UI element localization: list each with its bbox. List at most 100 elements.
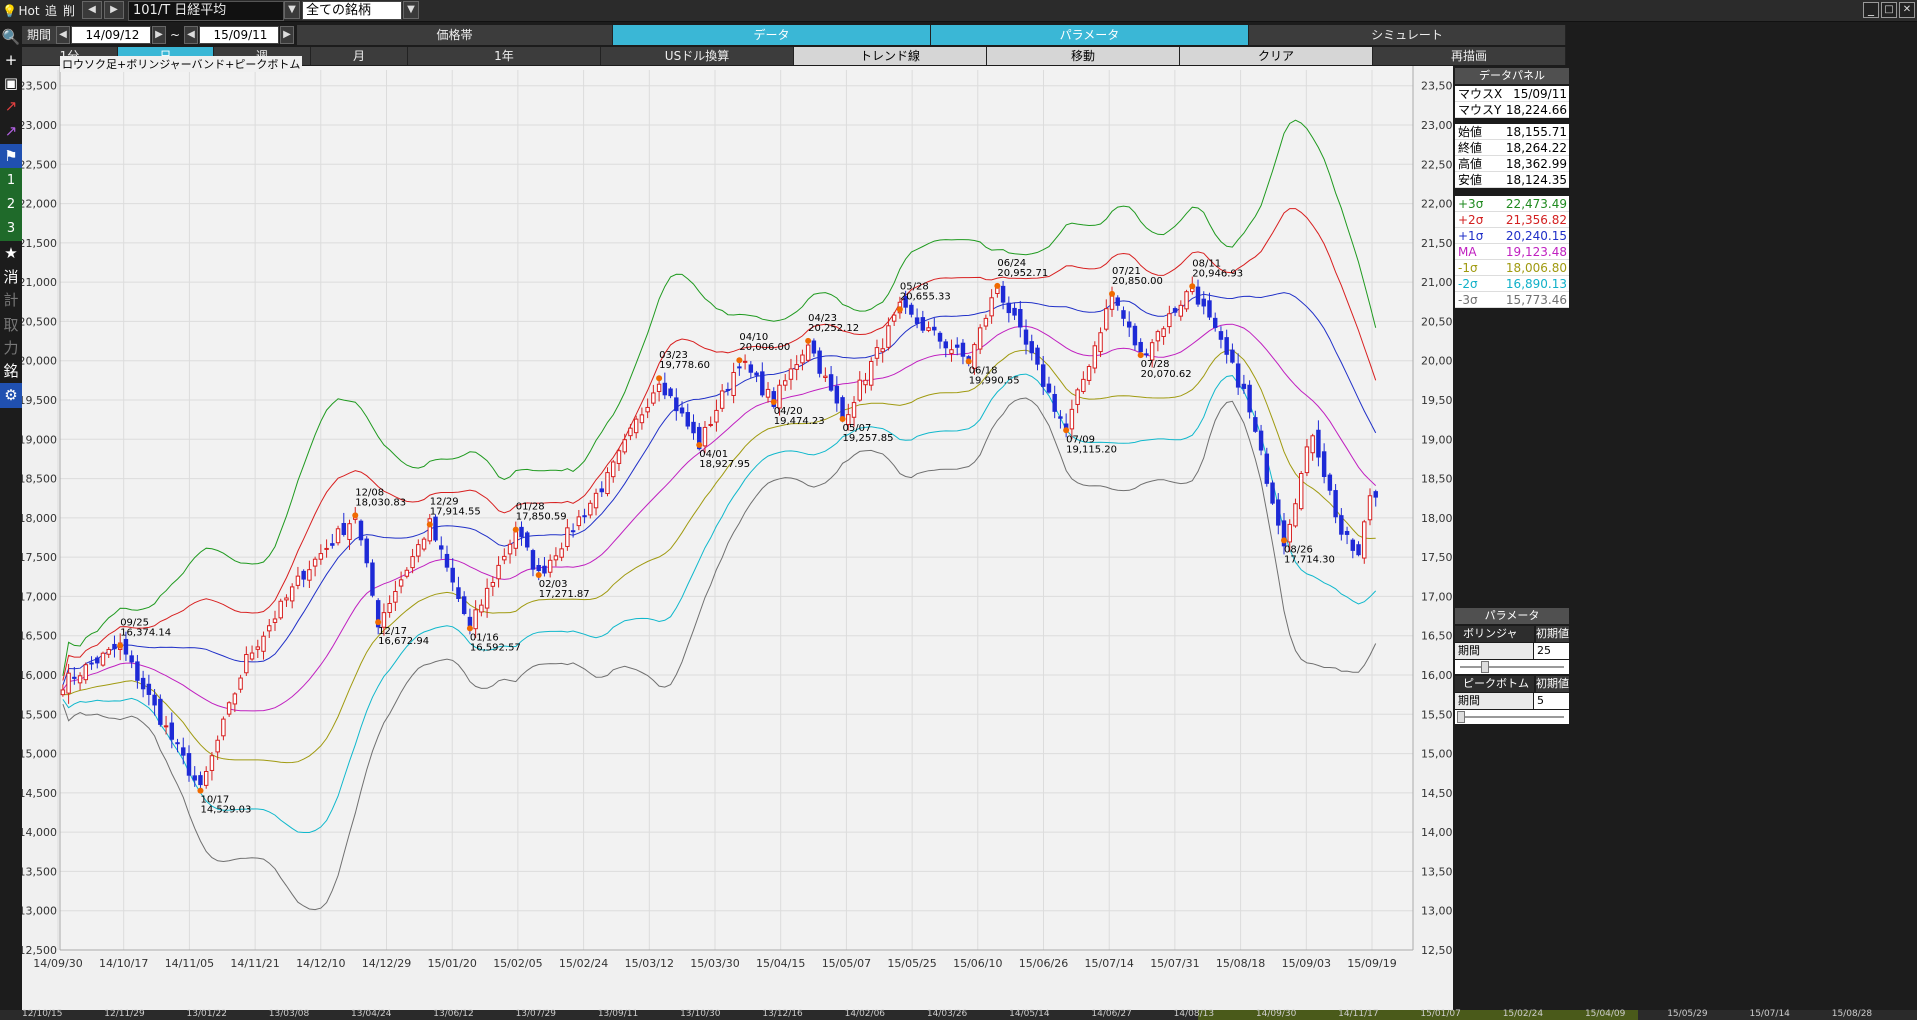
candle-body[interactable] — [691, 421, 696, 434]
candle-body[interactable] — [1241, 383, 1247, 389]
candle-body[interactable] — [731, 371, 736, 396]
tab-usd[interactable]: USドル換算 — [601, 47, 794, 65]
candle-body[interactable] — [840, 397, 845, 420]
tab-move[interactable]: 移動 — [987, 47, 1180, 65]
candle-body[interactable] — [146, 683, 152, 695]
candle-body[interactable] — [1235, 363, 1241, 388]
chart-area[interactable]: 12,500 12,500 13,000 13,000 13,500 13,500 14,0… — [19, 66, 1460, 1010]
candle-body[interactable] — [582, 515, 587, 518]
peak-bottom-marker[interactable] — [466, 625, 473, 632]
candle-body[interactable] — [484, 587, 490, 609]
candle-body[interactable] — [135, 661, 140, 681]
candle-body[interactable] — [737, 366, 742, 369]
candle-body[interactable] — [834, 385, 840, 404]
power-icon[interactable]: 力 — [0, 336, 22, 361]
candle-body[interactable] — [628, 427, 633, 437]
candle-body[interactable] — [1098, 332, 1103, 353]
candle-body[interactable] — [1373, 491, 1378, 498]
close-icon[interactable]: ✕ — [1899, 2, 1915, 18]
candle-body[interactable] — [1069, 408, 1075, 430]
tab-1year[interactable]: 1年 — [408, 47, 601, 65]
candle-body[interactable] — [869, 360, 874, 386]
candle-body[interactable] — [100, 652, 106, 666]
candle-body[interactable] — [1138, 341, 1143, 353]
candle-body[interactable] — [1327, 474, 1333, 491]
candle-body[interactable] — [1161, 328, 1166, 337]
candle-body[interactable] — [421, 538, 427, 550]
candle-body[interactable] — [496, 564, 501, 580]
from-next-icon[interactable]: ▶ — [152, 26, 166, 44]
candle-body[interactable] — [891, 314, 897, 322]
candle-body[interactable] — [439, 545, 444, 550]
tab-data[interactable]: データ — [613, 25, 931, 45]
candle-body[interactable] — [1184, 291, 1189, 310]
candle-body[interactable] — [932, 326, 937, 331]
candle-body[interactable] — [112, 643, 117, 650]
candle-body[interactable] — [1132, 325, 1138, 346]
candle-body[interactable] — [914, 317, 920, 324]
bb-reset-button[interactable]: 初期値 — [1536, 626, 1569, 642]
tab-monthly[interactable]: 月 — [311, 47, 408, 65]
candle-body[interactable] — [416, 544, 421, 557]
candle-body[interactable] — [1121, 310, 1126, 319]
period-to-input[interactable]: 15/09/11 — [199, 26, 279, 44]
candle-body[interactable] — [1035, 347, 1040, 365]
candle-body[interactable] — [507, 543, 513, 555]
candle-body[interactable] — [1126, 321, 1132, 328]
candle-body[interactable] — [565, 527, 570, 547]
candle-body[interactable] — [198, 775, 203, 786]
candle-body[interactable] — [181, 747, 186, 756]
peak-bottom-marker[interactable] — [736, 357, 743, 364]
candle-body[interactable] — [1212, 317, 1218, 328]
candle-body[interactable] — [1362, 521, 1367, 559]
candle-body[interactable] — [559, 548, 564, 558]
candle-body[interactable] — [547, 559, 553, 573]
candle-body[interactable] — [805, 344, 811, 361]
candle-body[interactable] — [272, 618, 278, 623]
candle-body[interactable] — [1195, 286, 1201, 305]
candle-body[interactable] — [398, 579, 404, 587]
candle-body[interactable] — [226, 702, 232, 715]
candle-body[interactable] — [295, 575, 301, 586]
candle-body[interactable] — [760, 371, 765, 396]
candle-body[interactable] — [1172, 308, 1178, 313]
candle-body[interactable] — [1144, 353, 1149, 356]
maximize-icon[interactable]: □ — [1881, 2, 1897, 18]
tab-clear[interactable]: クリア — [1180, 47, 1373, 65]
tab-simulate[interactable]: シミュレート — [1249, 25, 1566, 45]
candle-body[interactable] — [742, 360, 748, 363]
candle-body[interactable] — [289, 586, 295, 602]
candle-body[interactable] — [1092, 345, 1098, 369]
candle-body[interactable] — [1321, 451, 1327, 477]
candle-body[interactable] — [1081, 378, 1086, 392]
candlestick-chart[interactable]: 12,500 12,500 13,000 13,000 13,500 13,500 14,0… — [19, 66, 1460, 1010]
calc-icon[interactable]: 計 — [0, 288, 22, 313]
candle-body[interactable] — [330, 543, 335, 546]
tab-trendline[interactable]: トレンド線 — [794, 47, 987, 65]
candle-body[interactable] — [702, 426, 708, 447]
candle-body[interactable] — [1287, 523, 1292, 543]
peak-bottom-marker[interactable] — [535, 572, 542, 579]
candle-body[interactable] — [192, 775, 197, 781]
candle-body[interactable] — [1029, 341, 1034, 354]
candle-body[interactable] — [599, 488, 604, 493]
candle-body[interactable] — [1270, 482, 1275, 504]
candle-body[interactable] — [1201, 298, 1206, 307]
candle-body[interactable] — [685, 412, 690, 427]
peak-bottom-marker[interactable] — [1137, 352, 1144, 359]
candle-body[interactable] — [1339, 515, 1344, 535]
candle-body[interactable] — [502, 555, 507, 561]
candle-body[interactable] — [920, 317, 926, 331]
candle-body[interactable] — [1023, 329, 1029, 345]
candle-body[interactable] — [937, 332, 943, 342]
hot-button[interactable]: Hot — [18, 2, 40, 20]
add-button[interactable]: 追 — [42, 2, 60, 20]
candle-body[interactable] — [1218, 331, 1224, 340]
candle-body[interactable] — [404, 569, 410, 577]
candle-body[interactable] — [301, 570, 306, 580]
plot-background[interactable] — [60, 66, 1413, 952]
peak-bottom-marker[interactable] — [1281, 537, 1288, 544]
search-icon[interactable]: 🔍 — [0, 25, 22, 50]
erase-icon[interactable]: 消 — [0, 265, 22, 290]
candle-body[interactable] — [1155, 331, 1161, 342]
